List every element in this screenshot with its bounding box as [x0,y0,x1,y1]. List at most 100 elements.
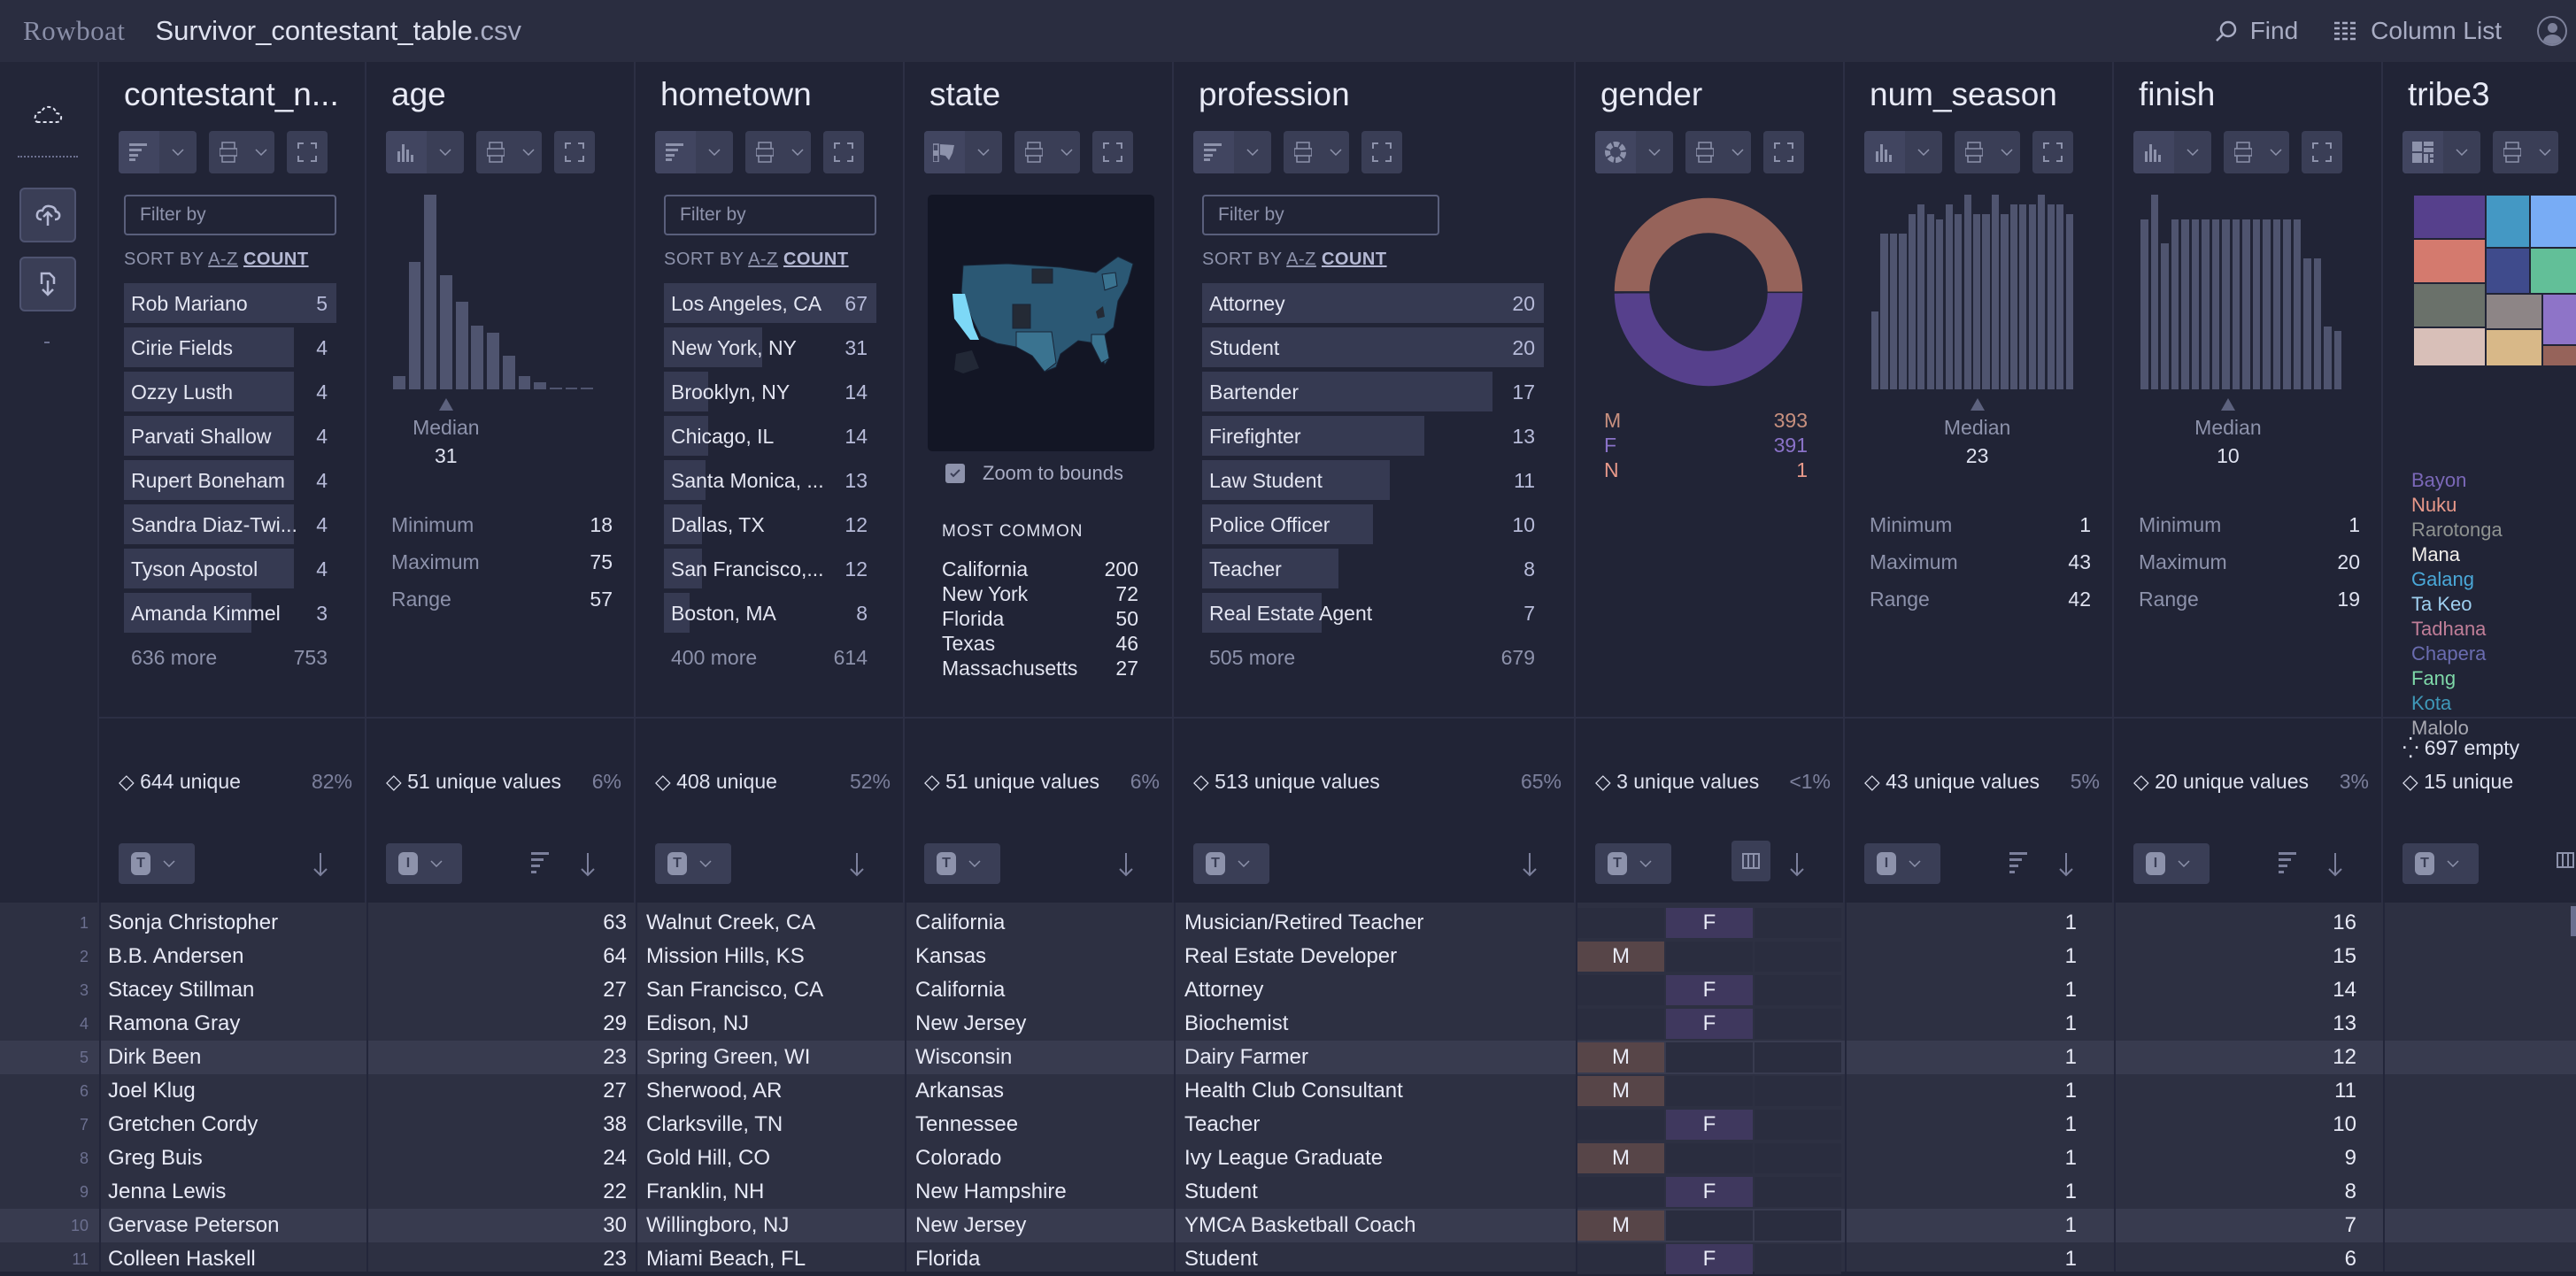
gender-cell-f[interactable] [1666,1042,1753,1072]
type-dropdown[interactable]: T [119,843,195,884]
gender-cell-n[interactable] [1755,908,1841,938]
cell-num-season[interactable]: 1 [1847,1141,2077,1175]
histogram-bar[interactable] [1982,214,1990,389]
cell-finish[interactable]: 10 [2116,1108,2356,1141]
chart-type-dropdown[interactable] [655,131,733,173]
cell-age[interactable]: 64 [368,940,627,973]
chart-type-dropdown[interactable] [1864,131,1942,173]
cell-num-season[interactable]: 1 [1847,940,2077,973]
column-title[interactable]: contestant_n... [124,76,339,113]
width-dropdown[interactable] [1014,131,1080,173]
histogram-bar[interactable] [2222,219,2230,389]
width-dropdown[interactable] [1955,131,2020,173]
cell-age[interactable]: 27 [368,973,627,1007]
histogram-bar[interactable] [1917,204,1925,389]
gender-cell-n[interactable] [1755,1211,1841,1241]
histogram-bar[interactable] [2333,331,2342,389]
histogram-bar[interactable] [2150,195,2159,389]
histogram-bar[interactable] [1889,234,1898,389]
cell-num-season[interactable]: 1 [1847,1074,2077,1108]
type-dropdown[interactable]: T [655,843,731,884]
cell-num-season[interactable]: 1 [1847,1108,2077,1141]
cell-name[interactable]: Gretchen Cordy [108,1108,365,1141]
cell-age[interactable]: 63 [368,906,627,940]
cell-hometown[interactable]: Clarksville, TN [646,1108,903,1141]
cell-hometown[interactable]: Walnut Creek, CA [646,906,903,940]
treemap-cell[interactable] [2413,195,2486,239]
cell-finish[interactable]: 8 [2116,1175,2356,1209]
value-bar-item[interactable]: New York, NY 31 [664,327,876,367]
table-row[interactable]: 9 Jenna Lewis 22 Franklin, NH New Hampshire S… [0,1175,2576,1209]
cell-name[interactable]: Stacey Stillman [108,973,365,1007]
numeric-format-icon[interactable] [531,852,551,873]
cell-age[interactable]: 23 [368,1242,627,1276]
cell-state[interactable]: New Jersey [915,1007,1172,1041]
sort-az-link[interactable]: A-Z [208,250,238,269]
expand-button[interactable] [2032,131,2073,173]
zoom-to-bounds-checkbox[interactable]: Zoom to bounds [945,462,1123,485]
histogram-bar[interactable] [2242,219,2250,389]
column-title[interactable]: gender [1600,76,1702,113]
gender-cell-f[interactable] [1666,942,1753,972]
cell-profession[interactable]: Musician/Retired Teacher [1184,906,1574,940]
histogram-bar[interactable] [2056,204,2064,389]
gender-cell-f[interactable] [1666,1076,1753,1106]
gender-cell-n[interactable] [1755,1076,1841,1106]
cell-age[interactable]: 29 [368,1007,627,1041]
gender-cell-n[interactable] [1755,1244,1841,1274]
cell-name[interactable]: Jenna Lewis [108,1175,365,1209]
value-bar-item[interactable]: Sandra Diaz-Twi... 4 [124,504,336,544]
histogram-bar[interactable] [2001,214,2009,389]
histogram-bar[interactable] [2232,219,2241,389]
chart-type-dropdown[interactable] [924,131,1002,173]
cell-finish[interactable]: 7 [2116,1209,2356,1242]
histogram-bar[interactable] [581,388,594,389]
more-values-link[interactable]: 400 more 614 [664,637,876,673]
table-row[interactable]: 10 Gervase Peterson 30 Willingboro, NJ New J… [0,1209,2576,1242]
gender-cell-f[interactable]: F [1666,1177,1753,1207]
cell-finish[interactable]: 15 [2116,940,2356,973]
value-bar-item[interactable]: Santa Monica, ... 13 [664,460,876,500]
sort-arrow-icon[interactable] [579,851,597,878]
cell-name[interactable]: Dirk Been [108,1041,365,1074]
treemap-cell[interactable] [2413,239,2486,283]
tribe-legend-item[interactable]: Nuku [2411,494,2503,519]
tribe-treemap[interactable] [2413,195,2576,384]
histogram-bar[interactable] [1945,204,1953,389]
gender-cell-n[interactable] [1755,975,1841,1005]
column-list-button[interactable]: Column List [2333,17,2502,45]
download-button[interactable] [19,257,76,311]
value-bar-item[interactable]: Attorney 20 [1202,283,1544,323]
upload-button[interactable] [19,188,76,242]
histogram-bar[interactable] [2028,204,2036,389]
sort-arrow-icon[interactable] [2326,851,2344,878]
expand-button[interactable] [1361,131,1402,173]
tribe-legend-item[interactable]: Chapera [2411,642,2503,667]
value-bar-item[interactable]: Los Angeles, CA 67 [664,283,876,323]
cell-hometown[interactable]: San Francisco, CA [646,973,903,1007]
cell-finish[interactable]: 6 [2116,1242,2356,1276]
column-title[interactable]: num_season [1870,76,2057,113]
numeric-format-icon[interactable] [2279,852,2298,873]
histogram-bar[interactable] [455,302,468,389]
histogram-bar[interactable] [2252,219,2261,389]
histogram-bar[interactable] [518,375,531,389]
table-row[interactable]: 8 Greg Buis 24 Gold Hill, CO Colorado Ivy Lea… [0,1141,2576,1175]
value-bar-item[interactable]: Tyson Apostol 4 [124,549,336,588]
treemap-cell[interactable] [2413,327,2486,366]
numeric-format-icon[interactable] [2009,852,2029,873]
histogram-bar[interactable] [1871,311,1879,389]
cell-num-season[interactable]: 1 [1847,906,2077,940]
type-dropdown[interactable]: I [386,843,462,884]
cell-name[interactable]: Sonja Christopher [108,906,365,940]
gender-cell-f[interactable] [1666,1211,1753,1241]
cell-profession[interactable]: Biochemist [1184,1007,1574,1041]
cell-age[interactable]: 38 [368,1108,627,1141]
cell-age[interactable]: 30 [368,1209,627,1242]
histogram-bar[interactable] [2009,204,2017,389]
cell-state[interactable]: Tennessee [915,1108,1172,1141]
histogram-bar[interactable] [487,332,499,389]
cell-profession[interactable]: Student [1184,1242,1574,1276]
tribe-legend-item[interactable]: Galang [2411,568,2503,593]
histogram-bar[interactable] [534,382,547,389]
